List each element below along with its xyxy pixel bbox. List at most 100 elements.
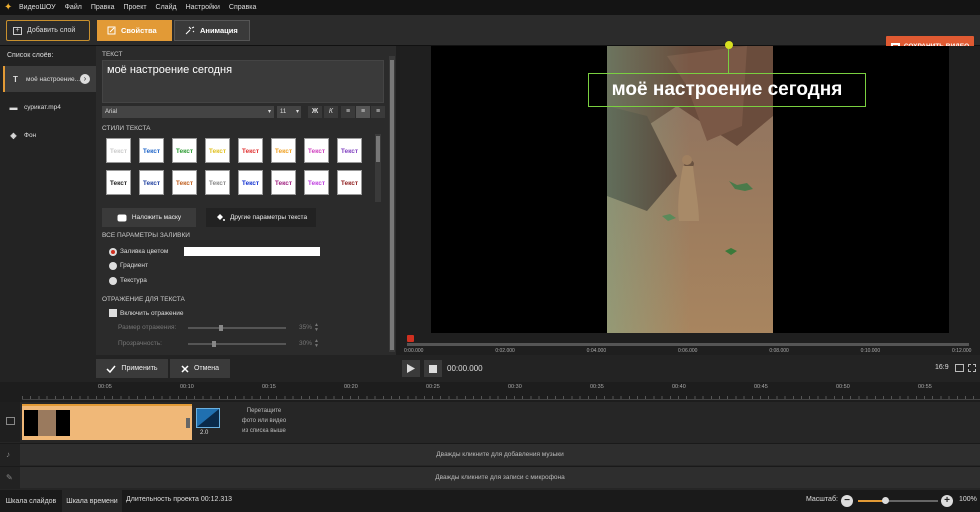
layer-item-video[interactable]: ▬ сурикат.mp4 [3,94,96,120]
text-style-swatch[interactable]: Текст [139,138,164,163]
animation-icon [185,26,195,35]
tab-properties[interactable]: Свойства [97,20,172,41]
text-style-swatch[interactable]: Текст [271,170,296,195]
reflection-size-slider[interactable] [188,325,286,331]
fill-texture-radio[interactable] [109,277,117,285]
preview-canvas[interactable]: моё настроение сегодня [431,41,949,333]
reflection-enable-label: Включить отражение [120,310,184,317]
align-left-icon: ≡ [345,108,351,115]
timeline-tick-label: 00:55 [918,384,932,390]
cancel-button[interactable]: Отмена [170,359,230,378]
menu-settings[interactable]: Настройки [186,4,220,11]
rotate-handle-icon[interactable] [725,41,733,49]
align-center-button[interactable]: ≡ [356,106,370,118]
timeline-tick-label: 00:25 [426,384,440,390]
transparency-slider[interactable] [188,341,286,347]
text-style-swatch[interactable]: Текст [172,170,197,195]
zoom-value: 100% [959,496,977,503]
check-icon [106,365,116,373]
tab-timeline[interactable]: Шкала времени [62,490,122,512]
text-style-swatch[interactable]: Текст [205,138,230,163]
zoom-slider-knob[interactable] [882,497,890,504]
add-layer-button[interactable]: + Добавить слой [6,20,90,41]
music-track[interactable]: ♪ Дважды кликните для добавления музыки [0,443,980,466]
timeline: 00:05 00:10 00:15 00:20 00:25 00:30 00:35 00:40… [0,382,980,490]
close-icon [181,364,189,373]
rotate-handle-line [728,49,729,73]
play-button[interactable] [402,360,420,377]
text-style-swatch[interactable]: Текст [337,170,362,195]
music-note-icon: ♪ [6,450,10,459]
text-style-swatch[interactable]: Текст [205,170,230,195]
text-style-swatch[interactable]: Текст [271,138,296,163]
fill-icon: ◈ [10,130,17,140]
slider-knob[interactable] [212,341,217,347]
layer-item-background[interactable]: ◈ Фон [3,122,96,148]
fill-color-swatch[interactable] [184,247,320,256]
clip-resize-handle[interactable] [186,418,190,428]
spin-arrows-icon[interactable]: ▲ ▼ [314,323,320,333]
tab-slides[interactable]: Шкала слайдов [0,490,62,512]
text-style-swatch[interactable]: Текст [172,138,197,163]
text-input[interactable]: моё настроение сегодня [102,60,384,103]
reflection-size-value[interactable]: 35% [292,324,312,334]
slider-knob[interactable] [218,325,223,331]
overlay-text[interactable]: моё настроение сегодня [591,76,863,104]
apply-button[interactable]: Применить [96,359,168,378]
tab-animation[interactable]: Анимация [174,20,250,41]
other-text-params-button[interactable]: Другие параметры текста [206,208,316,227]
preview-panel: моё настроение сегодня 0:00.000 0:02.000 0… [400,41,980,355]
text-style-swatch[interactable]: Текст [238,170,263,195]
timeline-ruler[interactable]: 00:05 00:10 00:15 00:20 00:25 00:30 00:35 00:40… [0,382,980,402]
font-select[interactable]: Arial ▾ [102,106,274,118]
align-left-button[interactable]: ≡ [341,106,355,118]
menu-slide[interactable]: Слайд [156,4,177,11]
text-style-swatch[interactable]: Текст [304,170,329,195]
fill-color-radio[interactable] [109,248,117,256]
reflection-checkbox[interactable] [109,309,117,317]
text-style-swatch[interactable]: Текст [337,138,362,163]
scrollbar-thumb[interactable] [390,60,394,350]
fill-gradient-radio[interactable] [109,262,117,270]
control-bar: Применить Отмена 00:00.000 16:9 [0,355,980,382]
zoom-slider[interactable] [858,497,938,504]
bold-button[interactable]: Ж [308,106,322,118]
align-right-button[interactable]: ≡ [371,106,385,118]
italic-button[interactable]: К [324,106,338,118]
menu-project[interactable]: Проект [123,4,146,11]
transition-icon[interactable] [196,408,220,428]
transparency-label: Прозрачность: [118,340,162,347]
scrollbar-thumb[interactable] [376,136,380,162]
layer-item-text[interactable]: T моё настроение... › [3,66,96,92]
text-style-swatch[interactable]: Текст [106,170,131,195]
stop-button[interactable] [424,360,442,377]
text-style-swatch[interactable]: Текст [139,170,164,195]
timeline-tick-label: 00:50 [836,384,850,390]
preview-timeline-ruler[interactable]: 0:00.000 0:02.000 0:04.000 0:06.000 0:08.000… [400,335,980,355]
spin-arrows-icon[interactable]: ▲ ▼ [314,339,320,349]
arrow-right-icon[interactable]: › [80,74,90,84]
mic-track[interactable]: ✎ Дважды кликните для записи с микрофона [0,466,980,489]
menu-help[interactable]: Справка [229,4,256,11]
font-size-select[interactable]: 11 ▾ [277,106,301,118]
fullscreen-icon[interactable] [968,364,976,372]
text-style-swatch[interactable]: Текст [106,138,131,163]
aspect-ratio-button[interactable]: 16:9 [935,364,949,371]
menu-file[interactable]: Файл [65,4,82,11]
transition-duration[interactable]: 2.0 [200,430,208,436]
playhead-marker[interactable] [407,335,414,342]
menu-edit[interactable]: Правка [91,4,115,11]
transition-preview [197,409,219,427]
slide-clip[interactable] [22,404,192,440]
apply-mask-button[interactable]: Наложить маску [102,208,196,227]
zoom-in-button[interactable]: + [941,495,953,507]
timeline-ruler-ticks [22,396,980,400]
transparency-value[interactable]: 30% [292,340,312,350]
zoom-out-button[interactable]: − [841,495,853,507]
preview-progress-track[interactable] [407,343,969,346]
props-scrollbar[interactable] [389,56,395,352]
styles-scrollbar[interactable] [375,134,381,202]
screenshot-icon[interactable] [955,364,964,372]
text-style-swatch[interactable]: Текст [238,138,263,163]
text-style-swatch[interactable]: Текст [304,138,329,163]
